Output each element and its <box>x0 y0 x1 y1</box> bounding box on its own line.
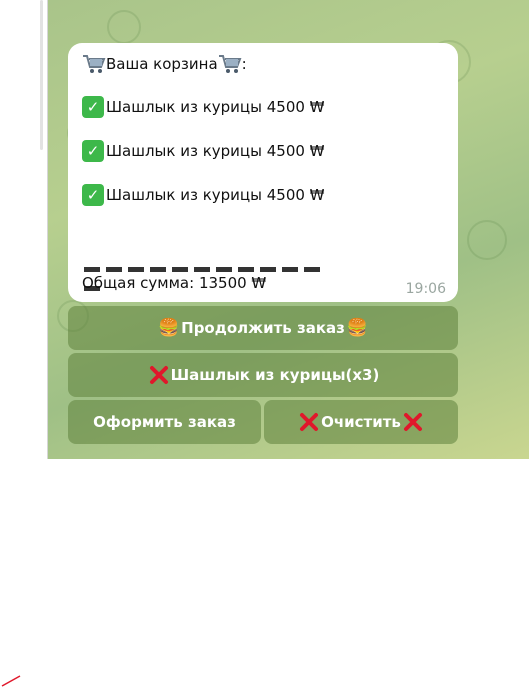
chat-list-pane <box>0 0 47 459</box>
remove-item-label: Шашлык из курицы(x3) <box>170 366 380 384</box>
checkout-label: Оформить заказ <box>93 413 236 431</box>
cart-header: Ваша корзина : <box>82 53 247 75</box>
total-sum: Общая сумма: 13500 ₩ <box>82 274 267 292</box>
check-mark-icon: ✓ <box>82 96 104 118</box>
check-mark-icon: ✓ <box>82 184 104 206</box>
message-time: 19:06 <box>405 281 446 297</box>
shopping-cart-icon <box>83 55 106 73</box>
checkout-button[interactable]: Оформить заказ <box>68 400 261 444</box>
message-bubble: Ваша корзина : ✓ Шашлык из курицы 4500 ₩… <box>68 43 458 302</box>
shopping-cart-icon <box>218 55 242 73</box>
check-mark-icon: ✓ <box>82 140 104 162</box>
clear-cart-button[interactable]: Очистить <box>264 400 458 444</box>
continue-order-button[interactable]: 🍔 Продолжить заказ 🍔 <box>68 306 458 350</box>
cart-item: ✓ Шашлык из курицы 4500 ₩ <box>82 140 325 162</box>
cart-item: ✓ Шашлык из курицы 4500 ₩ <box>82 96 325 118</box>
red-cross-icon <box>403 413 422 431</box>
cart-item-label: Шашлык из курицы 4500 ₩ <box>106 98 325 116</box>
pane-divider <box>47 0 48 459</box>
red-cross-icon <box>149 366 168 384</box>
burger-icon: 🍔 <box>346 318 369 338</box>
cart-header-label: Ваша корзина <box>106 55 218 73</box>
red-cross-icon <box>300 413 319 431</box>
separator-line <box>84 257 342 291</box>
background-doodle <box>467 220 507 260</box>
cart-item-label: Шашлык из курицы 4500 ₩ <box>106 186 325 204</box>
background-doodle <box>107 10 141 44</box>
scrollbar[interactable] <box>40 0 43 150</box>
annotation-mark <box>1 675 21 687</box>
cart-header-suffix: : <box>241 55 247 73</box>
cart-item: ✓ Шашлык из курицы 4500 ₩ <box>82 184 325 206</box>
clear-cart-label: Очистить <box>321 413 401 431</box>
cart-item-label: Шашлык из курицы 4500 ₩ <box>106 142 325 160</box>
burger-icon: 🍔 <box>157 318 180 338</box>
continue-order-label: Продолжить заказ <box>181 319 345 337</box>
remove-item-button[interactable]: Шашлык из курицы(x3) <box>68 353 458 397</box>
